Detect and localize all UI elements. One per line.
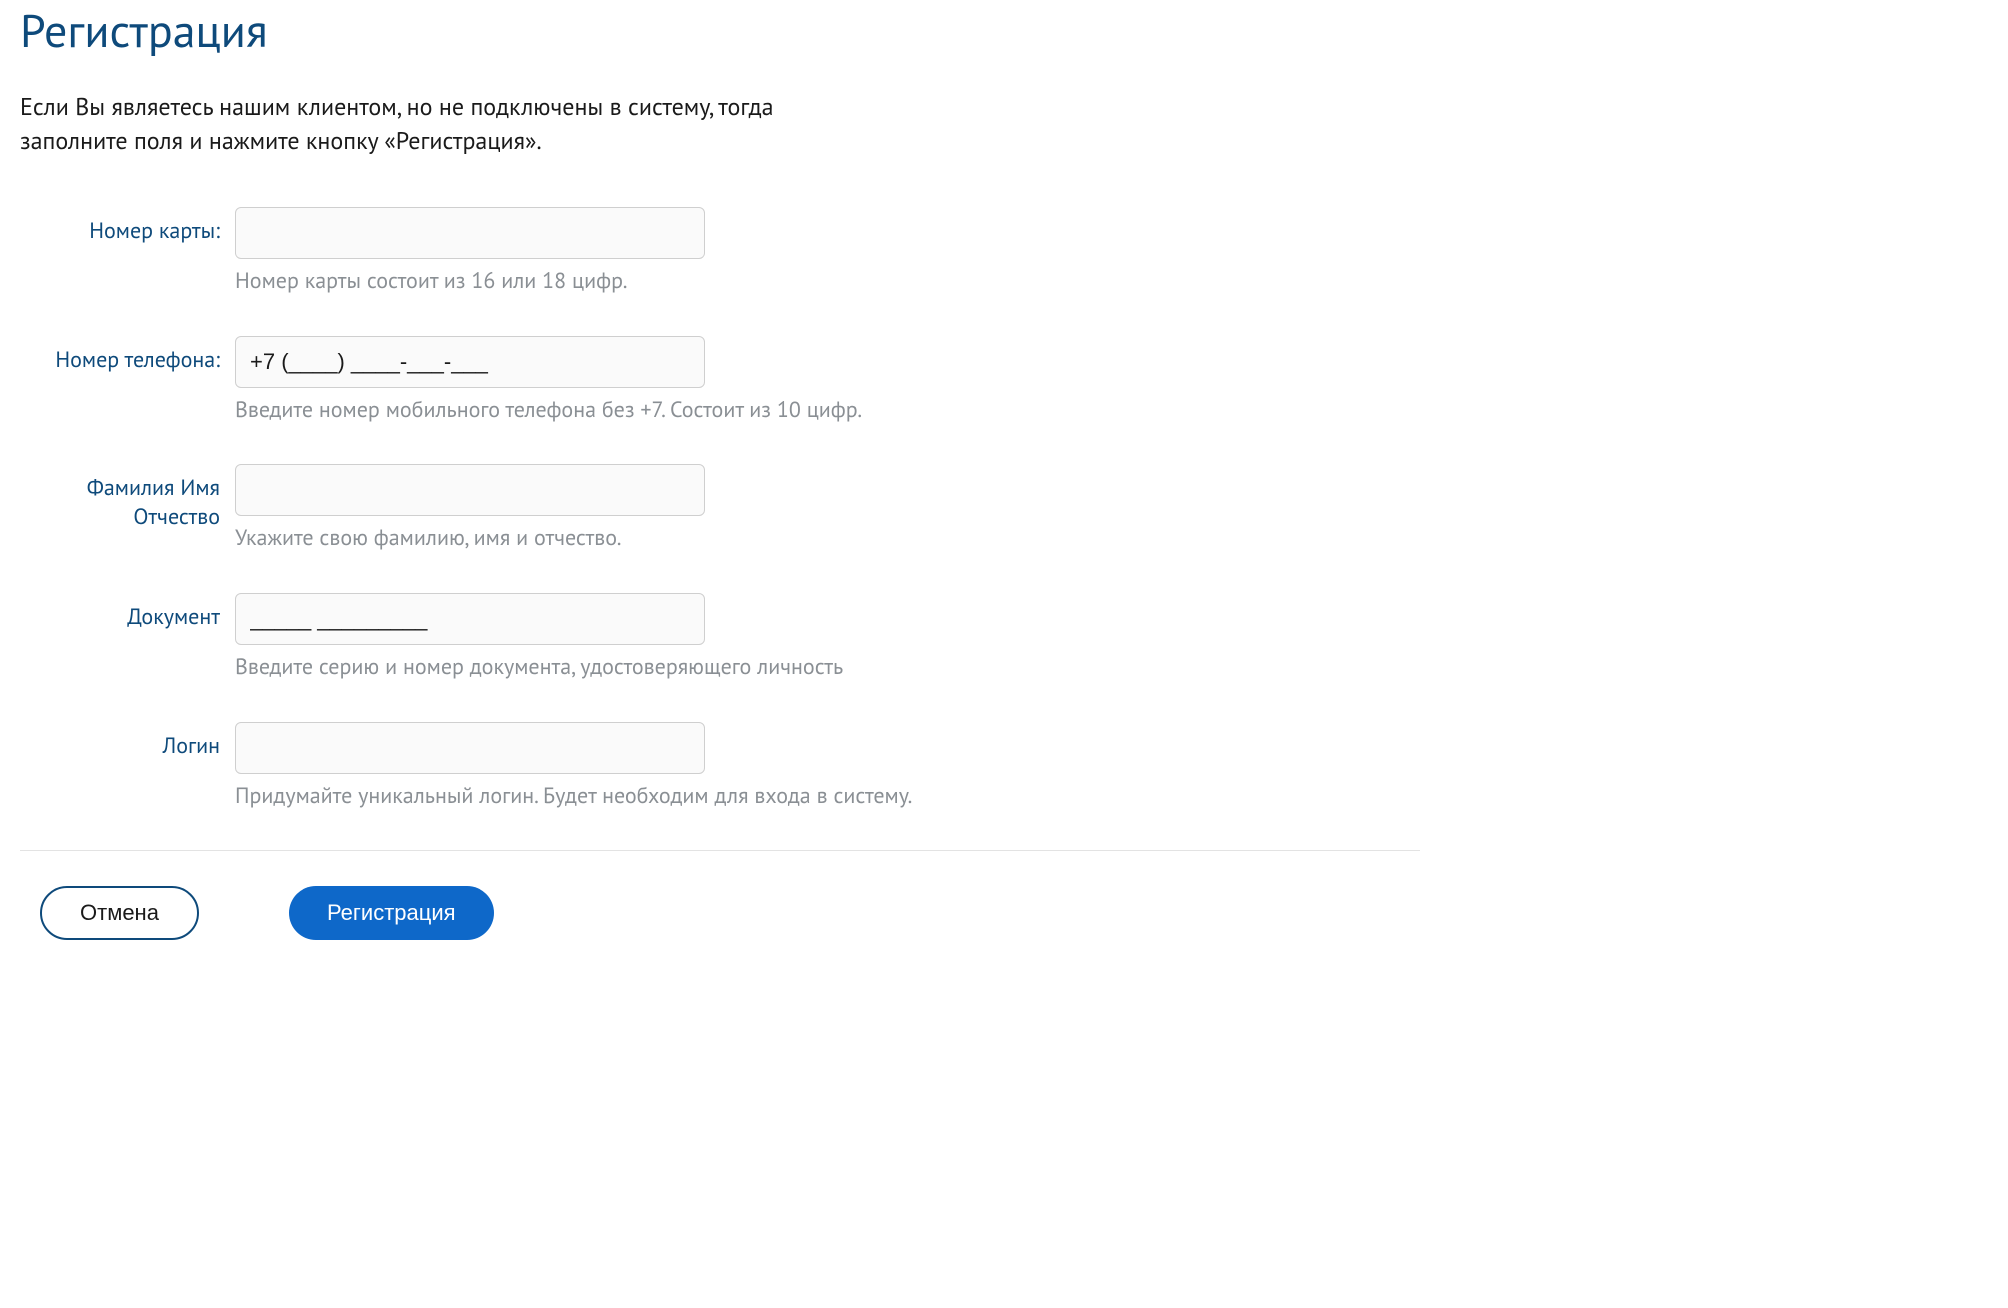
submit-button[interactable]: Регистрация bbox=[289, 886, 494, 940]
form-row-document: Документ Введите серию и номер документа… bbox=[20, 593, 1420, 682]
fio-hint: Укажите свою фамилию, имя и отчество. bbox=[235, 524, 1420, 553]
divider bbox=[20, 850, 1420, 851]
login-label: Логин bbox=[20, 722, 235, 761]
document-label: Документ bbox=[20, 593, 235, 632]
form-row-fio: Фамилия Имя Отчество Укажите свою фамили… bbox=[20, 464, 1420, 553]
document-input[interactable] bbox=[235, 593, 705, 645]
phone-hint: Введите номер мобильного телефона без +7… bbox=[235, 396, 1420, 425]
fio-label: Фамилия Имя Отчество bbox=[20, 464, 235, 531]
page-title: Регистрация bbox=[20, 0, 1420, 60]
form-row-login: Логин Придумайте уникальный логин. Будет… bbox=[20, 722, 1420, 811]
phone-input[interactable] bbox=[235, 336, 705, 388]
button-row: Отмена Регистрация bbox=[20, 886, 1420, 940]
phone-label: Номер телефона: bbox=[20, 336, 235, 375]
form-row-card: Номер карты: Номер карты состоит из 16 и… bbox=[20, 207, 1420, 296]
card-hint: Номер карты состоит из 16 или 18 цифр. bbox=[235, 267, 1420, 296]
card-number-input[interactable] bbox=[235, 207, 705, 259]
fio-input[interactable] bbox=[235, 464, 705, 516]
document-hint: Введите серию и номер документа, удостов… bbox=[235, 653, 1420, 682]
login-hint: Придумайте уникальный логин. Будет необх… bbox=[235, 782, 1420, 811]
login-input[interactable] bbox=[235, 722, 705, 774]
cancel-button[interactable]: Отмена bbox=[40, 886, 199, 940]
intro-text: Если Вы являетесь нашим клиентом, но не … bbox=[20, 90, 870, 157]
card-label: Номер карты: bbox=[20, 207, 235, 246]
form-row-phone: Номер телефона: Введите номер мобильного… bbox=[20, 336, 1420, 425]
